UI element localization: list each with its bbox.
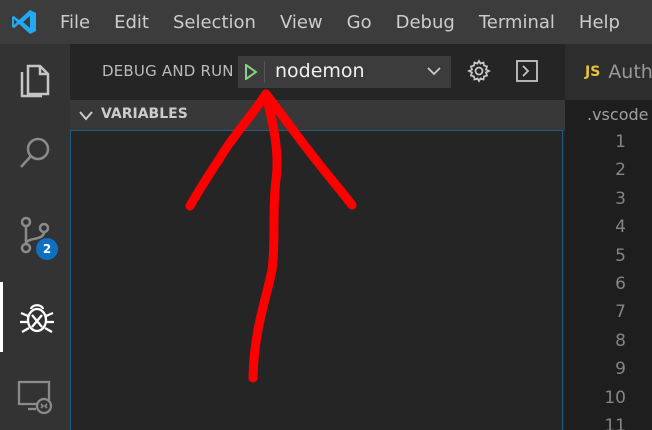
- line-number: 5: [615, 245, 626, 266]
- scm-badge: 2: [36, 238, 58, 260]
- start-debugging-button[interactable]: [239, 57, 263, 87]
- line-number: 11: [604, 416, 626, 430]
- line-number: 8: [615, 330, 626, 351]
- editor-tab[interactable]: JS Auth: [565, 44, 652, 100]
- menu-edit[interactable]: Edit: [102, 0, 161, 44]
- variables-title: VARIABLES: [101, 106, 188, 122]
- editor-area: JS Auth .vscode 1 2 3 4 5 6 7 8 9 10 11: [565, 44, 652, 430]
- variables-section-header[interactable]: VARIABLES: [70, 100, 565, 131]
- debug-sidebar: DEBUG AND RUN nodemon VARIABLES: [70, 44, 565, 430]
- debug-configuration-select[interactable]: nodemon: [265, 57, 450, 87]
- debug-title: DEBUG AND RUN: [102, 62, 234, 80]
- line-number: 7: [615, 302, 626, 323]
- activity-bar: 2: [0, 44, 70, 430]
- editor-tab-bar: JS Auth: [565, 44, 652, 100]
- vscode-logo-icon: [0, 0, 48, 44]
- menu-view[interactable]: View: [268, 0, 335, 44]
- tab-label: Auth: [608, 61, 652, 83]
- line-number: 4: [615, 217, 626, 238]
- debug-configuration-value: nodemon: [275, 60, 365, 82]
- vscode-window: File Edit Selection View Go Debug Termin…: [0, 0, 652, 430]
- chevron-down-icon: [427, 67, 441, 76]
- search-icon[interactable]: [0, 118, 70, 188]
- js-file-icon: JS: [585, 64, 601, 80]
- line-number: 6: [615, 274, 626, 294]
- debug-icon[interactable]: [0, 282, 70, 352]
- line-number: 1: [615, 132, 626, 152]
- menu-file[interactable]: File: [48, 0, 102, 44]
- menu-debug[interactable]: Debug: [384, 0, 467, 44]
- variables-panel[interactable]: [70, 130, 563, 430]
- line-number: 3: [615, 188, 626, 209]
- explorer-icon[interactable]: [0, 44, 70, 114]
- breadcrumb[interactable]: .vscode: [587, 105, 648, 124]
- line-number: 10: [604, 387, 626, 408]
- open-launch-json-button[interactable]: [465, 57, 493, 85]
- line-number: 9: [615, 359, 626, 380]
- debug-toolbar: DEBUG AND RUN nodemon: [70, 44, 565, 100]
- menu-selection[interactable]: Selection: [161, 0, 268, 44]
- source-control-icon[interactable]: 2: [0, 200, 70, 270]
- play-icon: [245, 64, 258, 80]
- gear-icon: [467, 59, 491, 83]
- menu-terminal[interactable]: Terminal: [467, 0, 567, 44]
- debug-console-button[interactable]: [513, 57, 541, 85]
- terminal-icon: [516, 60, 538, 82]
- menu-go[interactable]: Go: [335, 0, 384, 44]
- line-number: 2: [615, 160, 626, 181]
- menu-bar: File Edit Selection View Go Debug Termin…: [0, 0, 652, 44]
- chevron-down-icon: [79, 111, 93, 121]
- menu-help[interactable]: Help: [567, 0, 632, 44]
- remote-explorer-icon[interactable]: [0, 362, 70, 430]
- debug-config-box: nodemon: [238, 56, 451, 88]
